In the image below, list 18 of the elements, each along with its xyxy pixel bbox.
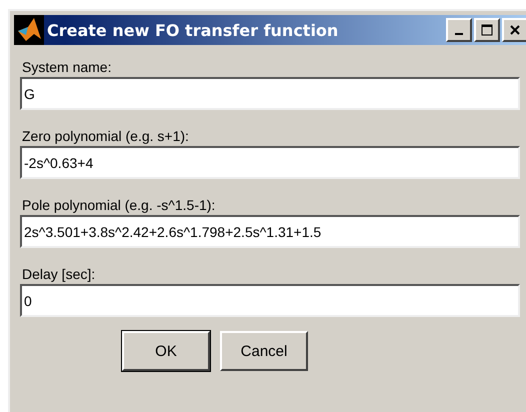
field-label: Zero polynomial (e.g. s+1): [21, 128, 189, 144]
ok-button[interactable]: OK [122, 331, 210, 371]
cancel-button[interactable]: Cancel [220, 331, 308, 371]
maximize-button[interactable] [474, 18, 500, 42]
text-field[interactable]: 2s^3.501+3.8s^2.42+2.6s^1.798+2.5s^1.31+1.5 [20, 215, 520, 248]
close-icon [509, 24, 521, 36]
window-title: Create new FO transfer function [47, 20, 340, 40]
minimize-button[interactable] [446, 18, 472, 42]
field-label: Delay [sec]: [21, 266, 96, 282]
app-logo-icon [14, 15, 44, 45]
maximize-icon [481, 24, 493, 36]
text-field[interactable]: 0 [20, 284, 520, 317]
minimize-icon [455, 32, 463, 34]
text-field[interactable]: -2s^0.63+4 [20, 146, 520, 179]
field-label: System name: [21, 59, 112, 75]
field-label: Pole polynomial (e.g. -s^1.5-1): [21, 197, 216, 213]
text-field[interactable]: G [20, 77, 520, 110]
close-button[interactable] [502, 18, 526, 42]
